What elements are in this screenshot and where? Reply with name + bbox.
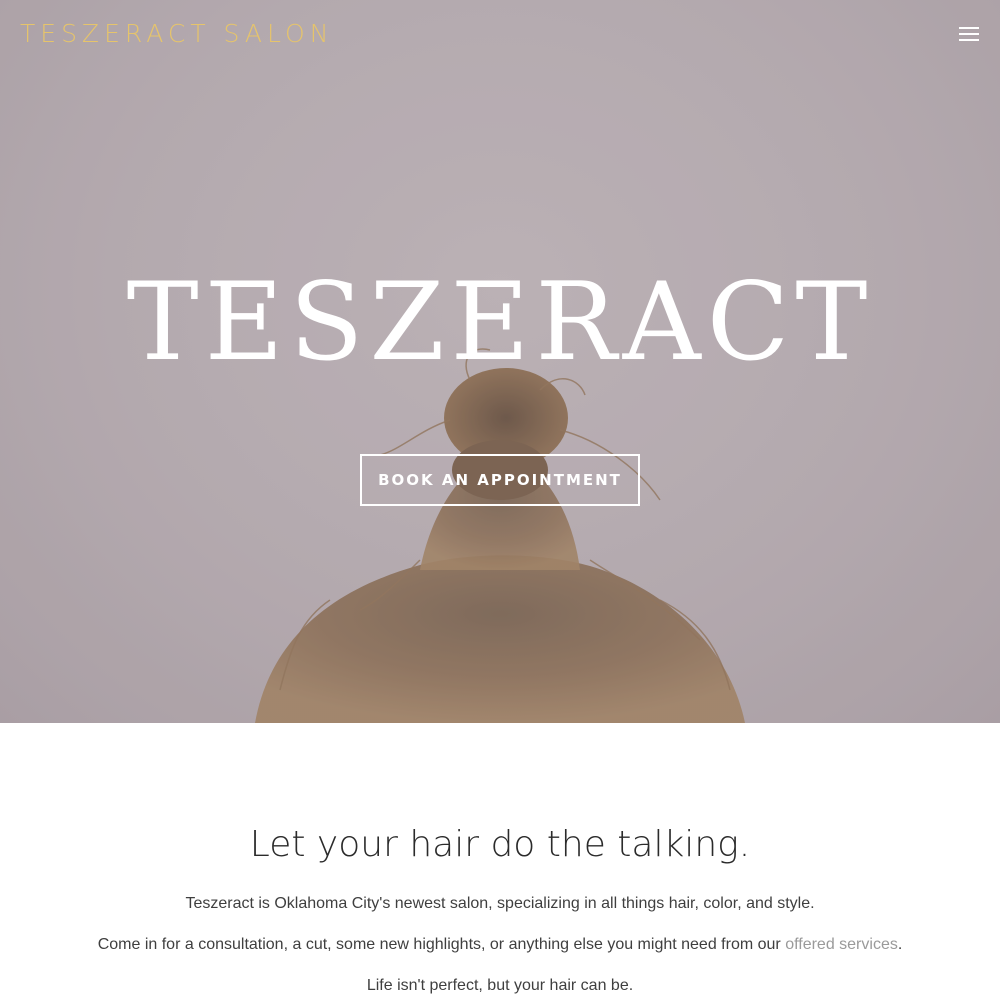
hamburger-menu-icon[interactable] <box>952 22 986 46</box>
menu-bar-bottom <box>959 39 979 41</box>
offered-services-link[interactable]: offered services <box>785 936 898 953</box>
menu-bar-top <box>959 27 979 29</box>
top-navigation-bar: TESZERACT SALON <box>0 0 1000 68</box>
brand-logo-link[interactable]: TESZERACT SALON <box>20 18 333 50</box>
menu-bar-middle <box>959 33 979 35</box>
intro-paragraph-3: Life isn't perfect, but your hair can be… <box>366 977 634 994</box>
intro-paragraph-1: Teszeract is Oklahoma City's newest salo… <box>185 895 815 912</box>
book-appointment-button[interactable]: BOOK AN APPOINTMENT <box>360 454 640 506</box>
intro-heading: Let your hair do the talking. <box>249 824 751 865</box>
hero-section: TESZERACT SALON TESZERACT BOOK AN APPOIN… <box>0 0 1000 723</box>
intro-paragraph-2-end: . <box>897 936 903 953</box>
intro-paragraph-2: Come in for a consultation, a cut, some … <box>0 933 1000 957</box>
hero-title: TESZERACT <box>126 260 874 385</box>
intro-paragraph-2-text: Come in for a consultation, a cut, some … <box>97 936 786 953</box>
